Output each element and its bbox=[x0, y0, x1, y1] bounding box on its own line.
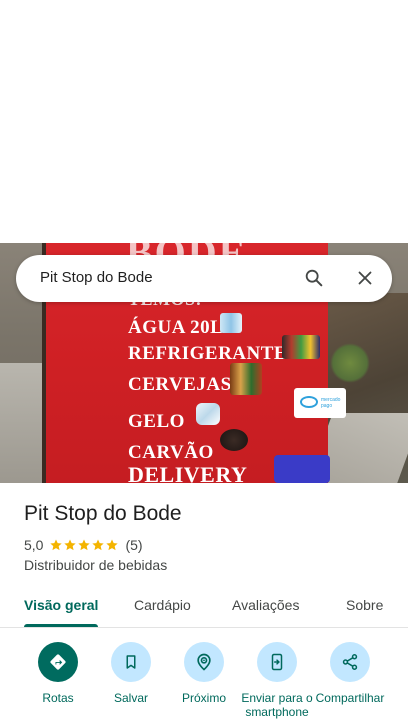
soda-bottles-image bbox=[282, 335, 320, 359]
share-button[interactable]: Compartilhar bbox=[312, 642, 388, 705]
board-line: CERVEJAS bbox=[128, 374, 232, 395]
coal-image bbox=[220, 429, 248, 451]
save-label: Salvar bbox=[113, 691, 148, 705]
review-count[interactable]: (5) bbox=[125, 537, 142, 553]
save-button-circle[interactable] bbox=[111, 642, 151, 682]
beer-bottles-image bbox=[230, 363, 262, 395]
send-to-phone-button[interactable]: Enviar para o smartphone bbox=[239, 642, 315, 719]
share-button-circle[interactable] bbox=[330, 642, 370, 682]
bookmark-icon bbox=[126, 655, 136, 669]
board-line: DELIVERY bbox=[128, 462, 248, 483]
send-to-phone-button-circle[interactable] bbox=[257, 642, 297, 682]
nearby-button-circle[interactable] bbox=[184, 642, 224, 682]
place-title: Pit Stop do Bode bbox=[24, 502, 182, 525]
board-line: REFRIGERANTES bbox=[128, 343, 299, 364]
star-icon bbox=[106, 539, 119, 551]
rating-value: 5,0 bbox=[24, 537, 44, 553]
water-bottles-image bbox=[220, 313, 242, 333]
action-bar: Rotas Salvar Próximo Enviar para o smart… bbox=[0, 640, 408, 726]
active-tab-indicator bbox=[24, 624, 98, 627]
search-bar[interactable]: Pit Stop do Bode bbox=[16, 255, 392, 302]
close-icon[interactable] bbox=[354, 267, 376, 289]
star-icon bbox=[78, 539, 91, 551]
tab-overview[interactable]: Visão geral bbox=[24, 597, 98, 613]
tab-reviews[interactable]: Avaliações bbox=[232, 597, 299, 613]
star-rating bbox=[49, 538, 119, 552]
rating-row[interactable]: 5,0 (5) bbox=[24, 536, 143, 554]
search-input[interactable]: Pit Stop do Bode bbox=[40, 269, 153, 286]
star-icon bbox=[50, 539, 63, 551]
map-area-blank bbox=[0, 0, 408, 243]
mercado-pago-logo bbox=[300, 396, 318, 408]
tab-about[interactable]: Sobre bbox=[346, 597, 383, 613]
share-icon bbox=[342, 654, 358, 670]
save-button[interactable]: Salvar bbox=[93, 642, 169, 705]
directions-label: Rotas bbox=[42, 691, 74, 705]
directions-icon bbox=[50, 654, 66, 670]
ice-image bbox=[196, 403, 220, 425]
photo-grass bbox=[330, 343, 370, 383]
nearby-label: Próximo bbox=[181, 691, 226, 705]
card-machine-image bbox=[274, 455, 330, 483]
board-line: GELO bbox=[128, 411, 185, 432]
sticker-text: mercado pago bbox=[321, 397, 341, 409]
star-icon bbox=[64, 539, 77, 551]
send-to-phone-label: Enviar para o smartphone bbox=[241, 691, 313, 719]
directions-button-circle[interactable] bbox=[38, 642, 78, 682]
directions-button[interactable]: Rotas bbox=[20, 642, 96, 705]
star-icon bbox=[92, 539, 105, 551]
send-to-phone-icon bbox=[271, 653, 283, 671]
board-line: ÁGUA 20L bbox=[128, 317, 224, 338]
nearby-icon bbox=[197, 653, 211, 671]
search-icon[interactable] bbox=[303, 267, 325, 289]
tab-menu[interactable]: Cardápio bbox=[134, 597, 191, 613]
place-category: Distribuidor de bebidas bbox=[24, 557, 168, 573]
share-label: Compartilhar bbox=[315, 691, 385, 705]
tab-bar: Visão geral Cardápio Avaliações Sobre bbox=[0, 588, 408, 628]
nearby-button[interactable]: Próximo bbox=[166, 642, 242, 705]
mercado-pago-sticker: mercado pago bbox=[294, 388, 346, 418]
board-line: CARVÃO bbox=[128, 442, 214, 463]
